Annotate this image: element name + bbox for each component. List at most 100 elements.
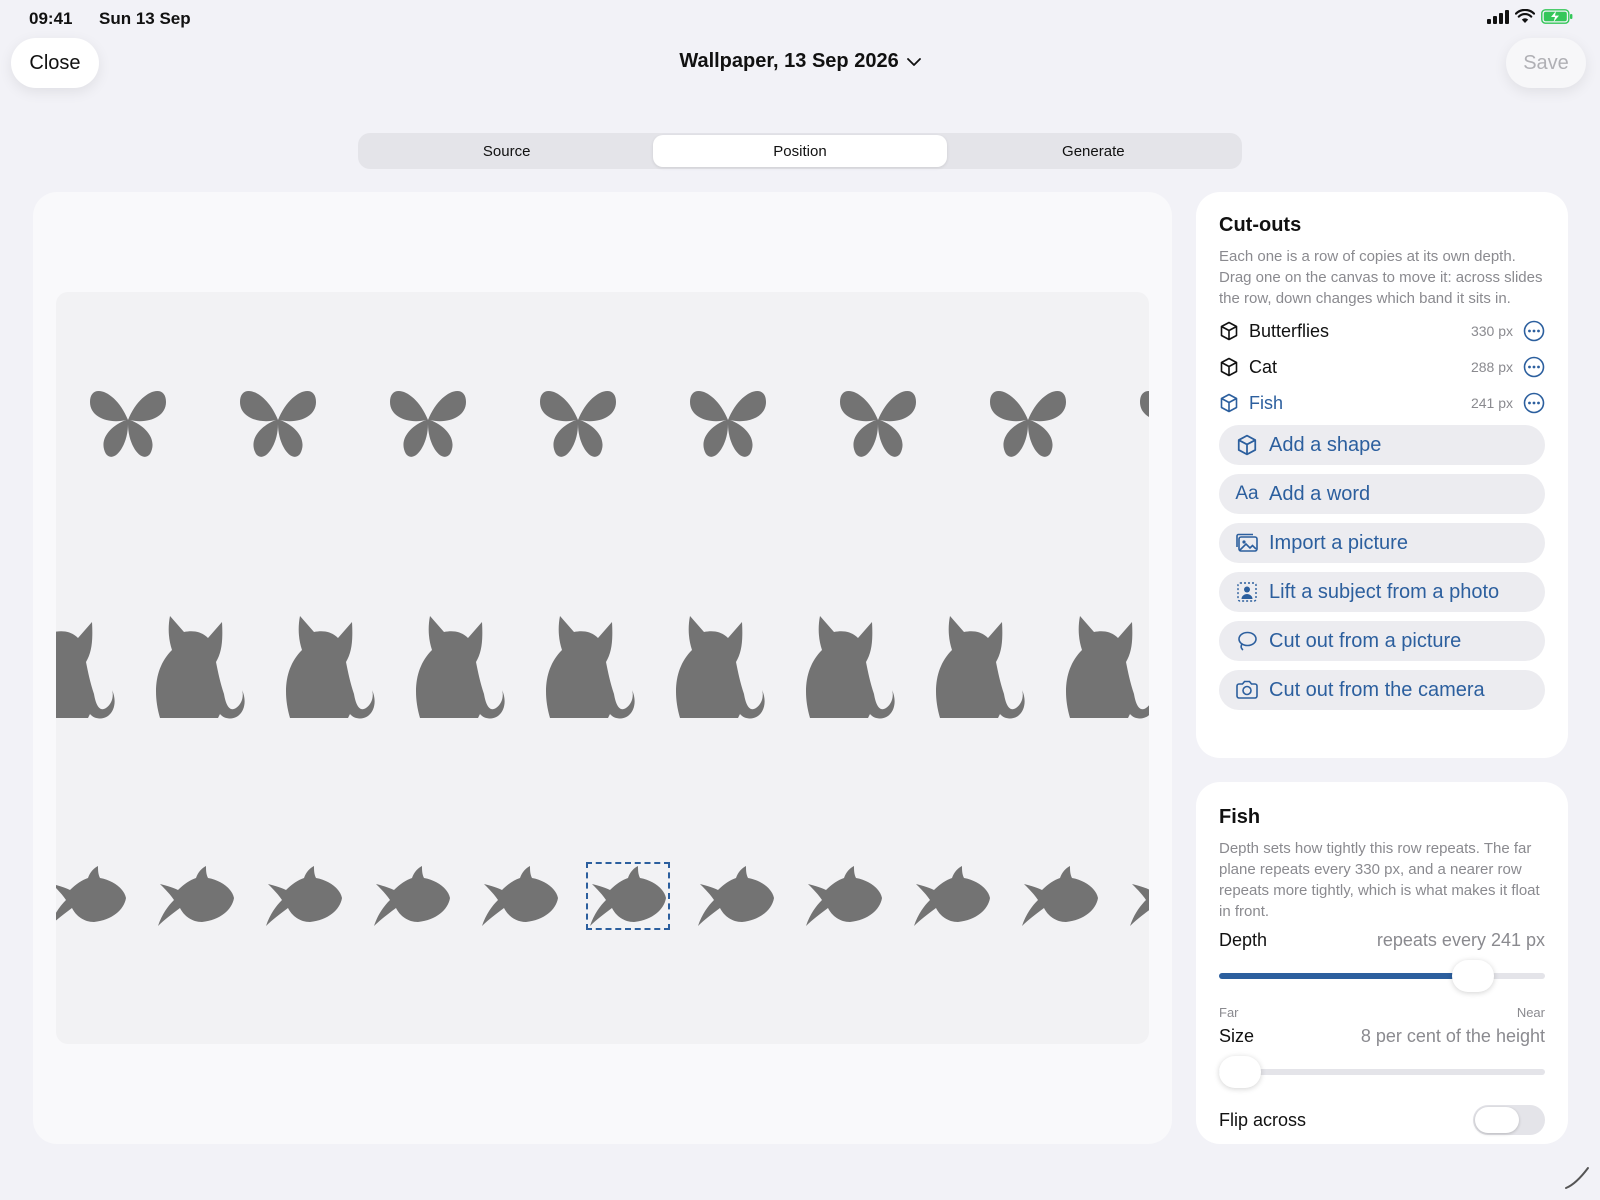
action-label: Cut out from a picture: [1269, 629, 1462, 652]
depth-slider-ends: Far Near: [1219, 1005, 1545, 1020]
more-icon[interactable]: [1523, 320, 1545, 342]
cutout-item-cat[interactable]: Cat 288 px: [1219, 349, 1545, 385]
cutout-repeat: 288 px: [1470, 359, 1513, 375]
flip-toggle[interactable]: [1473, 1105, 1545, 1135]
size-slider[interactable]: [1219, 1056, 1545, 1088]
cat-copy[interactable]: [56, 610, 116, 720]
pencil-stroke-icon: [1565, 1167, 1589, 1189]
cat-copy[interactable]: [926, 610, 1026, 720]
status-bar: 09:41 Sun 13 Sep: [0, 0, 1600, 36]
cube-icon: [1219, 320, 1241, 342]
fish-copy[interactable]: [56, 864, 128, 928]
cube-icon: [1219, 356, 1241, 378]
cat-copy[interactable]: [146, 610, 246, 720]
selected-cutout-card: Fish Depth sets how tightly this row rep…: [1196, 782, 1568, 1144]
cutout-repeat: 330 px: [1470, 323, 1513, 339]
more-icon[interactable]: [1523, 356, 1545, 378]
depth-label: Depth: [1219, 930, 1268, 950]
fish-copy[interactable]: [1128, 864, 1149, 928]
tab-generate[interactable]: Generate: [947, 135, 1240, 167]
cutout-name: Cat: [1249, 356, 1278, 377]
cutouts-title: Cut-outs: [1219, 214, 1302, 236]
action-label: Lift a subject from a photo: [1269, 580, 1500, 603]
selected-cutout-title: Fish: [1219, 806, 1261, 828]
document-title-menu[interactable]: Wallpaper, 13 Sep 2026: [0, 50, 1600, 73]
depth-near-label: Near: [1516, 1005, 1545, 1020]
fish-copy[interactable]: [804, 864, 884, 928]
fish-copy[interactable]: [156, 864, 236, 928]
cat-copy[interactable]: [536, 610, 636, 720]
fish-copy[interactable]: [1020, 864, 1100, 928]
butterfly-copy[interactable]: [238, 380, 318, 460]
cube-icon: [1235, 434, 1259, 456]
butterfly-copy[interactable]: [388, 380, 468, 460]
mode-segmented-control: Source Position Generate: [358, 133, 1242, 169]
cut-out-from-camera-button[interactable]: Cut out from the camera: [1219, 670, 1545, 710]
status-date: Sun 13 Sep: [99, 9, 191, 28]
cut-out-from-picture-button[interactable]: Cut out from a picture: [1219, 621, 1545, 661]
text-icon: Aa: [1235, 483, 1259, 504]
depth-slider-fill: [1219, 973, 1474, 979]
tab-source[interactable]: Source: [360, 135, 653, 167]
cutout-item-fish[interactable]: Fish 241 px: [1219, 385, 1545, 421]
cutout-name: Fish: [1249, 392, 1284, 413]
wifi-icon: [1515, 9, 1535, 23]
action-label: Add a word: [1269, 482, 1371, 505]
flip-row: Flip across: [1219, 1105, 1545, 1135]
size-row: Size 8 per cent of the height: [1219, 1026, 1545, 1047]
depth-value: repeats every 241 px: [1376, 930, 1545, 950]
more-icon[interactable]: [1523, 392, 1545, 414]
fish-copy[interactable]: [372, 864, 452, 928]
selection-box[interactable]: [586, 862, 670, 930]
depth-row: Depth repeats every 241 px: [1219, 930, 1545, 951]
lift-subject-button[interactable]: Lift a subject from a photo: [1219, 572, 1545, 612]
fish-copy[interactable]: [480, 864, 560, 928]
action-label: Cut out from the camera: [1269, 678, 1485, 701]
tab-position[interactable]: Position: [653, 135, 947, 167]
camera-icon: [1235, 680, 1259, 700]
chevron-down-icon: [906, 57, 921, 66]
fish-copy[interactable]: [696, 864, 776, 928]
cat-copy[interactable]: [796, 610, 896, 720]
butterfly-copy[interactable]: [1138, 380, 1149, 460]
butterfly-copy[interactable]: [538, 380, 618, 460]
butterfly-copy[interactable]: [688, 380, 768, 460]
flip-label: Flip across: [1219, 1109, 1307, 1130]
butterfly-copy[interactable]: [838, 380, 918, 460]
depth-slider-thumb[interactable]: [1452, 960, 1495, 992]
cube-icon: [1219, 392, 1241, 414]
cutouts-card: Cut-outs Each one is a row of copies at …: [1196, 192, 1568, 758]
butterfly-copy[interactable]: [988, 380, 1068, 460]
depth-slider[interactable]: [1219, 960, 1545, 992]
document-title: Wallpaper, 13 Sep 2026: [679, 50, 899, 72]
import-picture-button[interactable]: Import a picture: [1219, 523, 1545, 563]
action-label: Import a picture: [1269, 531, 1408, 554]
signal-icon: [1487, 9, 1509, 24]
size-slider-thumb[interactable]: [1219, 1056, 1261, 1088]
selected-cutout-description: Depth sets how tightly this row repeats.…: [1219, 840, 1540, 920]
lasso-icon: [1235, 630, 1259, 652]
add-word-button[interactable]: Aa Add a word: [1219, 474, 1545, 514]
fish-copy[interactable]: [264, 864, 344, 928]
cat-copy[interactable]: [1056, 610, 1149, 720]
depth-far-label: Far: [1219, 1005, 1239, 1020]
size-label: Size: [1219, 1026, 1255, 1046]
photo-stack-icon: [1235, 533, 1259, 553]
status-time: 09:41: [29, 9, 73, 28]
cutouts-description: Each one is a row of copies at its own d…: [1219, 248, 1543, 307]
add-shape-button[interactable]: Add a shape: [1219, 425, 1545, 465]
wallpaper-canvas[interactable]: [56, 292, 1149, 1044]
battery-icon: [1541, 9, 1573, 24]
cutout-list: Butterflies 330 px Cat 288 px Fish 241 p…: [1219, 313, 1545, 421]
cutout-item-butterflies[interactable]: Butterflies 330 px: [1219, 313, 1545, 349]
action-label: Add a shape: [1269, 433, 1382, 456]
fish-copy[interactable]: [912, 864, 992, 928]
cat-copy[interactable]: [666, 610, 766, 720]
save-button[interactable]: Save: [1506, 38, 1586, 88]
person-lift-icon: [1235, 581, 1259, 603]
size-value: 8 per cent of the height: [1360, 1026, 1545, 1046]
cat-copy[interactable]: [276, 610, 376, 720]
butterfly-copy[interactable]: [88, 380, 168, 460]
cutout-repeat: 241 px: [1470, 395, 1513, 411]
cat-copy[interactable]: [406, 610, 506, 720]
